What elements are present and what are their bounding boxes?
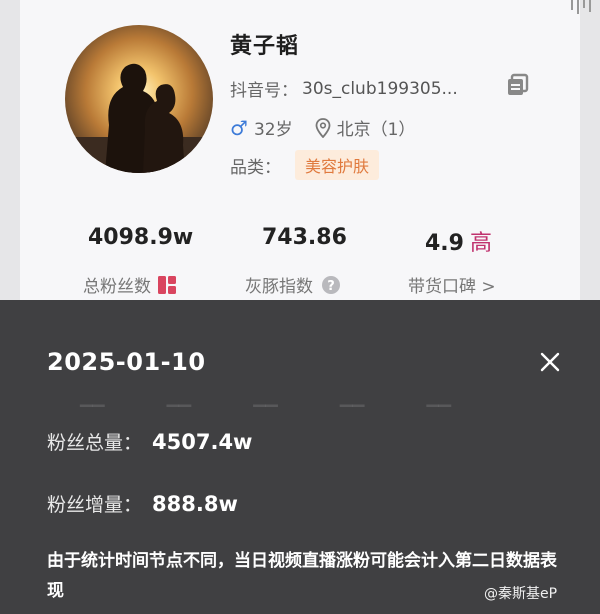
svg-text:?: ? [327,279,335,294]
location-text: 北京（1） [336,120,416,140]
watermark: @秦斯基eP [484,586,558,602]
male-icon: ♂ [230,115,248,140]
category-label: 品类： [230,157,281,178]
stat-reputation-label[interactable]: 带货口碑 > [408,272,496,297]
fans-growth-row: 粉丝增量： 888.8w [47,490,238,517]
age-text: 32岁 [253,120,293,140]
stat-reputation-label-text: 带货口碑 > [408,277,496,297]
fans-total-label: 粉丝总量： [47,432,143,454]
stat-index-value: 743.86 [262,225,347,250]
category-row: 品类： 美容护肤 [230,150,380,180]
background-tabs: ▁▁ ▁▁ ▁▁ ▁▁ ▁▁ [80,388,452,407]
avatar[interactable] [65,25,213,173]
douyin-id-label: 抖音号： [230,81,298,101]
meta-row: ♂ 32岁 北京（1） [230,115,416,141]
profile-name: 黄子韬 [230,34,300,59]
corner-decoration [568,0,594,16]
category-badge[interactable]: 美容护肤 [295,150,380,180]
location-pin-icon [315,117,330,138]
stat-reputation: 4.9 高 [425,225,492,257]
stat-index-label[interactable]: 灰豚指数 ? [245,272,341,297]
stat-index-label-text: 灰豚指数 [245,277,313,297]
fans-total-row: 粉丝总量： 4507.4w [47,428,252,455]
douyin-id-row: 抖音号： 30s_club199305... [230,76,458,102]
stat-fans-label-text: 总粉丝数 [83,277,151,297]
copy-icon[interactable] [505,72,531,98]
popup-date: 2025-01-10 [47,348,206,376]
stat-reputation-value: 4.9 [425,231,464,256]
stat-fans-value: 4098.9w [88,225,194,250]
help-icon[interactable]: ? [321,275,341,295]
fans-growth-label: 粉丝增量： [47,494,143,516]
fans-detail-popup: ▁▁ ▁▁ ▁▁ ▁▁ ▁▁ 2025-01-10 粉丝总量： 4507.4w 粉丝增量… [0,300,600,614]
close-icon[interactable] [538,350,562,374]
douyin-id-value: 30s_club199305... [302,78,458,99]
stat-reputation-level: 高 [469,231,492,256]
chart-icon [158,275,176,294]
fans-total-value: 4507.4w [152,430,253,454]
stat-fans-label[interactable]: 总粉丝数 [83,272,177,297]
fans-growth-value: 888.8w [152,492,238,516]
